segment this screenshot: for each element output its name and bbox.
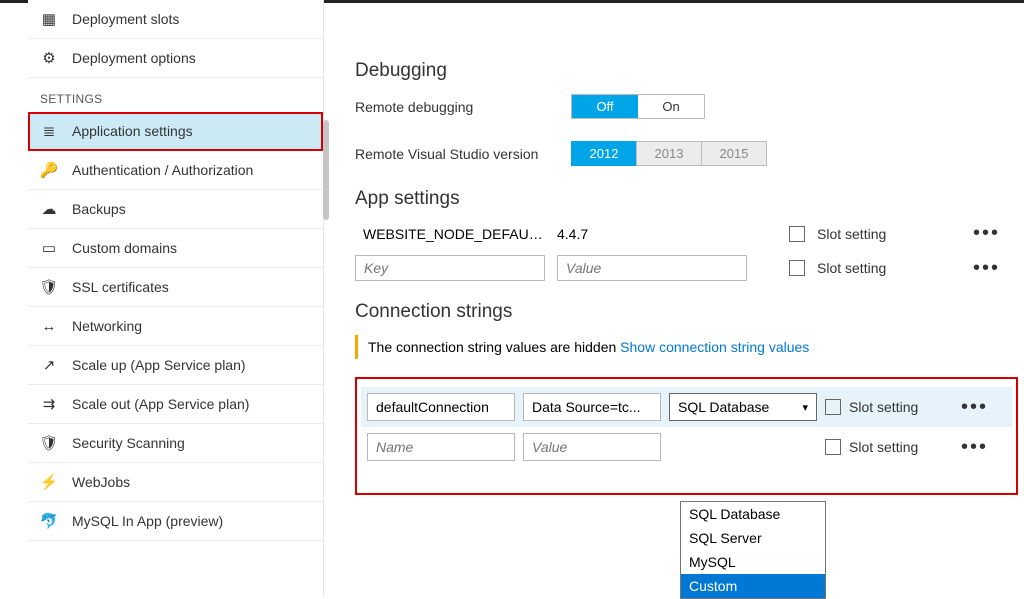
- security-icon: 🛡: [40, 434, 58, 452]
- more-icon[interactable]: •••: [961, 396, 988, 419]
- slot-label: Slot setting: [817, 226, 886, 242]
- sidebar-item-label: MySQL In App (preview): [72, 513, 223, 529]
- slot-setting-checkbox[interactable]: [789, 226, 805, 242]
- slot-label: Slot setting: [817, 260, 886, 276]
- scrollbar-thumb[interactable]: [323, 120, 329, 220]
- conn-type-dropdown: SQL Database SQL Server MySQL Custom: [680, 501, 826, 599]
- version-2012-button[interactable]: 2012: [571, 141, 637, 166]
- dropdown-option-selected[interactable]: Custom: [681, 574, 825, 598]
- chevron-down-icon: ▾: [802, 401, 808, 414]
- settings-list-icon: ≣: [40, 122, 58, 140]
- sidebar-item-networking[interactable]: ↔ Networking: [28, 307, 323, 346]
- cloud-icon: ☁: [40, 200, 58, 218]
- slot-setting-checkbox[interactable]: [825, 399, 841, 415]
- webjobs-icon: ⚡: [40, 473, 58, 491]
- gear-icon: ⚙: [40, 49, 58, 67]
- sidebar-item-label: Authentication / Authorization: [72, 162, 253, 178]
- dropdown-option[interactable]: SQL Server: [681, 526, 825, 550]
- sidebar-item-label: Security Scanning: [72, 435, 185, 451]
- sidebar-item-label: Backups: [72, 201, 126, 217]
- remote-version-label: Remote Visual Studio version: [355, 146, 559, 162]
- remote-debug-toggle[interactable]: Off On: [571, 94, 705, 119]
- sidebar-item-scale-out[interactable]: ⇉ Scale out (App Service plan): [28, 385, 323, 424]
- toggle-off-button[interactable]: Off: [572, 95, 638, 118]
- sidebar-item-label: Deployment slots: [72, 11, 179, 27]
- app-settings-heading: App settings: [355, 188, 1018, 210]
- conn-heading: Connection strings: [355, 301, 1018, 323]
- dropdown-option[interactable]: MySQL: [681, 550, 825, 574]
- slot-label: Slot setting: [849, 399, 918, 415]
- slots-icon: ▦: [40, 10, 58, 28]
- version-2013-button[interactable]: 2013: [636, 141, 702, 166]
- sidebar-heading: SETTINGS: [28, 78, 323, 112]
- debugging-heading: Debugging: [355, 60, 1018, 82]
- sidebar: ▦ Deployment slots ⚙ Deployment options …: [28, 0, 324, 596]
- sidebar-item-label: Scale up (App Service plan): [72, 357, 246, 373]
- app-setting-row: WEBSITE_NODE_DEFAULT_V... 4.4.7 Slot set…: [355, 222, 1018, 245]
- sidebar-item-label: Deployment options: [72, 50, 196, 66]
- conn-type-select[interactable]: SQL Database▾: [669, 393, 817, 421]
- conn-new-row: Slot setting •••: [361, 427, 1012, 467]
- app-setting-new-row: Slot setting •••: [355, 255, 1018, 281]
- scale-out-icon: ⇉: [40, 395, 58, 413]
- slot-setting-checkbox[interactable]: [789, 260, 805, 276]
- conn-name-input[interactable]: [367, 393, 515, 421]
- sidebar-item-backups[interactable]: ☁ Backups: [28, 190, 323, 229]
- sidebar-item-label: SSL certificates: [72, 279, 169, 295]
- app-setting-value[interactable]: 4.4.7: [557, 226, 747, 242]
- sidebar-item-label: Custom domains: [72, 240, 177, 256]
- more-icon[interactable]: •••: [973, 222, 1000, 245]
- sidebar-item-application-settings[interactable]: ≣ Application settings: [28, 112, 323, 151]
- conn-name-input[interactable]: [367, 433, 515, 461]
- toggle-on-button[interactable]: On: [638, 95, 704, 118]
- app-setting-key[interactable]: WEBSITE_NODE_DEFAULT_V...: [355, 226, 545, 242]
- conn-value-input[interactable]: [523, 433, 661, 461]
- more-icon[interactable]: •••: [961, 436, 988, 459]
- dropdown-option[interactable]: SQL Database: [681, 502, 825, 526]
- show-values-link[interactable]: Show connection string values: [620, 339, 809, 355]
- slot-label: Slot setting: [849, 439, 918, 455]
- slot-setting-checkbox[interactable]: [825, 439, 841, 455]
- key-icon: 🔑: [40, 161, 58, 179]
- sidebar-item-auth[interactable]: 🔑 Authentication / Authorization: [28, 151, 323, 190]
- conn-row: SQL Database▾ Slot setting •••: [361, 387, 1012, 427]
- sidebar-item-ssl[interactable]: 🛡 SSL certificates: [28, 268, 323, 307]
- scale-up-icon: ↗: [40, 356, 58, 374]
- conn-note: The connection string values are hidden …: [355, 335, 1018, 359]
- sidebar-item-security[interactable]: 🛡 Security Scanning: [28, 424, 323, 463]
- version-2015-button[interactable]: 2015: [701, 141, 767, 166]
- domain-icon: ▭: [40, 239, 58, 257]
- network-icon: ↔: [40, 317, 58, 335]
- sidebar-item-label: Application settings: [72, 123, 193, 139]
- connection-strings-box: SQL Database▾ Slot setting ••• Slot sett…: [355, 377, 1018, 495]
- sidebar-item-deployment-slots[interactable]: ▦ Deployment slots: [28, 0, 323, 39]
- sidebar-item-scale-up[interactable]: ↗ Scale up (App Service plan): [28, 346, 323, 385]
- app-setting-value-input[interactable]: [557, 255, 747, 281]
- sidebar-item-label: Scale out (App Service plan): [72, 396, 249, 412]
- sidebar-item-domains[interactable]: ▭ Custom domains: [28, 229, 323, 268]
- remote-debug-label: Remote debugging: [355, 99, 559, 115]
- mysql-icon: 🐬: [40, 512, 58, 530]
- sidebar-item-deployment-options[interactable]: ⚙ Deployment options: [28, 39, 323, 78]
- sidebar-item-mysql[interactable]: 🐬 MySQL In App (preview): [28, 502, 323, 541]
- conn-value-input[interactable]: [523, 393, 661, 421]
- shield-icon: 🛡: [40, 278, 58, 296]
- sidebar-item-label: Networking: [72, 318, 142, 334]
- sidebar-item-label: WebJobs: [72, 474, 130, 490]
- sidebar-item-webjobs[interactable]: ⚡ WebJobs: [28, 463, 323, 502]
- more-icon[interactable]: •••: [973, 257, 1000, 280]
- app-setting-key-input[interactable]: [355, 255, 545, 281]
